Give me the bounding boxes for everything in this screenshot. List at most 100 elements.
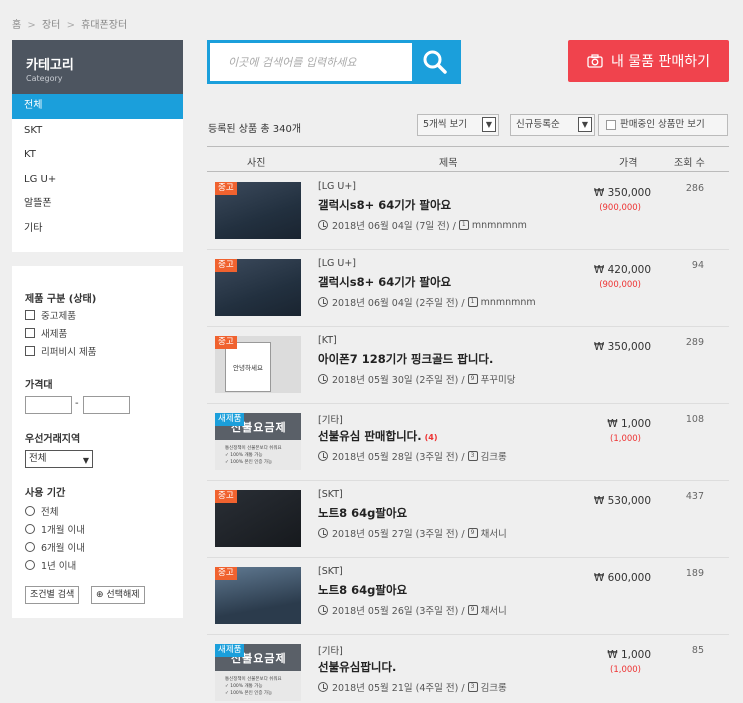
title-text: 갤럭시s8+ 64기가 팔아요 [318, 275, 452, 289]
listing-date: 2018년 05월 28일 (3주일 전) / [332, 452, 465, 463]
sim-details: 통신정책이 선불폰보다 쉬워요 ✓ 100% 개통 가능 ✓ 100% 본인 인증 … [225, 676, 282, 697]
radio[interactable] [25, 542, 35, 552]
price-dash: - [75, 398, 79, 409]
clock-icon [318, 528, 328, 538]
breadcrumb-sep: > [66, 20, 75, 31]
category-item-etc[interactable]: 기타 [12, 217, 183, 242]
used-badge: 중고 [215, 182, 237, 195]
seller-name[interactable]: 채서니 [481, 603, 507, 617]
listing-date: 2018년 05월 26일 (3주일 전) / [332, 606, 465, 617]
listing-meta: 2018년 05월 30일 (2주일 전) /9 푸꾸미당 [318, 372, 516, 386]
table-row[interactable]: 중고 [SKT] 노트8 64g팔아요 2018년 05월 27일 (3주일 전… [207, 481, 729, 558]
price-max-input[interactable] [83, 396, 130, 414]
radio[interactable] [25, 560, 35, 570]
period-6m[interactable]: 6개월 이내 [25, 540, 85, 554]
breadcrumb: 홈 > 장터 > 휴대폰장터 [12, 16, 127, 31]
product-thumbnail[interactable]: 선불요금제 통신정책이 선불폰보다 쉬워요 ✓ 100% 개통 가능 ✓ 100% … [215, 644, 301, 701]
breadcrumb-home[interactable]: 홈 [12, 20, 21, 31]
level-icon: 9 [467, 528, 478, 538]
category-item-kt[interactable]: KT [12, 143, 183, 168]
search-icon [423, 50, 447, 74]
listing-category: [기타] [318, 415, 343, 426]
region-select[interactable]: 전체 ▼ [25, 450, 93, 468]
condition-refurb[interactable]: 리퍼비시 제품 [25, 344, 96, 358]
checkbox[interactable] [25, 310, 35, 320]
radio[interactable] [25, 524, 35, 534]
checkbox[interactable] [606, 120, 616, 130]
level-icon: 9 [467, 374, 478, 384]
chevron-down-icon: ▼ [482, 117, 496, 132]
table-row[interactable]: 중고 [LG U+] 갤럭시s8+ 64기가 팔아요 2018년 06월 04일… [207, 250, 729, 327]
category-item-skt[interactable]: SKT [12, 119, 183, 144]
clock-icon [318, 374, 328, 384]
listing-title[interactable]: 노트8 64g팔아요 [318, 582, 407, 598]
seller-name[interactable]: mnmnmnm [481, 297, 536, 308]
product-thumbnail[interactable]: 선불요금제 통신정책이 선불폰보다 쉬워요 ✓ 100% 개통 가능 ✓ 100% … [215, 413, 301, 470]
sort-select[interactable]: 신규등록순 ▼ [510, 114, 595, 136]
seller-name[interactable]: 푸꾸미당 [481, 372, 516, 386]
category-item-all[interactable]: 전체 [12, 94, 183, 119]
condition-used[interactable]: 중고제품 [25, 308, 76, 322]
seller-name[interactable]: 김크롱 [481, 680, 507, 694]
checkbox[interactable] [25, 346, 35, 356]
period-all[interactable]: 전체 [25, 504, 58, 518]
listing-price: ₩ 420,000 [593, 264, 651, 276]
sell-item-button[interactable]: 내 물품 판매하기 [568, 40, 729, 82]
seller-name[interactable]: mnmnmnm [472, 220, 527, 231]
title-text: 아이폰7 128기가 핑크골드 팝니다. [318, 352, 494, 366]
comment-count: (4) [424, 433, 438, 442]
period-label: 6개월 이내 [41, 543, 86, 554]
category-list: 전체 SKT KT LG U+ 알뜰폰 기타 [12, 94, 183, 241]
listing-title[interactable]: 선불유심 판매합니다. (4) [318, 428, 437, 444]
listing-title[interactable]: 갤럭시s8+ 64기가 팔아요 [318, 197, 451, 213]
search-input[interactable] [210, 43, 415, 81]
product-count: 등록된 상품 총 340개 [208, 124, 302, 135]
product-thumbnail[interactable]: 중고 [215, 567, 301, 624]
title-text: 노트8 64g팔아요 [318, 506, 408, 520]
breadcrumb-market[interactable]: 장터 [42, 20, 60, 31]
table-row[interactable]: 중고 [LG U+] 갤럭시s8+ 64기가 팔아요 2018년 06월 04일… [207, 173, 729, 250]
product-thumbnail[interactable]: 중고 [215, 490, 301, 547]
category-item-mvno[interactable]: 알뜰폰 [12, 192, 183, 217]
listing-title[interactable]: 아이폰7 128기가 핑크골드 팝니다. [318, 351, 493, 367]
used-badge: 중고 [215, 567, 237, 580]
table-row[interactable]: 중고 [SKT] 노트8 64g팔아요 2018년 05월 26일 (3주일 전… [207, 558, 729, 635]
table-row[interactable]: 안녕하세요 중고 [KT] 아이폰7 128기가 핑크골드 팝니다. 2018년… [207, 327, 729, 404]
new-badge: 새제품 [215, 413, 245, 426]
table-row[interactable]: 선불요금제 통신정책이 선불폰보다 쉬워요 ✓ 100% 개통 가능 ✓ 100% … [207, 404, 729, 481]
seller-name[interactable]: 채서니 [481, 526, 507, 540]
view-count: 108 [685, 414, 704, 425]
original-price: (1,000) [610, 434, 641, 444]
price-title: 가격대 [25, 380, 53, 391]
product-thumbnail[interactable]: 중고 [215, 259, 301, 316]
checkbox[interactable] [25, 328, 35, 338]
clock-icon [318, 451, 328, 461]
clock-icon [318, 220, 328, 230]
listing-title[interactable]: 노트8 64g팔아요 [318, 505, 407, 521]
seller-name[interactable]: 김크롱 [481, 449, 507, 463]
condition-new[interactable]: 새제품 [25, 326, 67, 340]
listing-title[interactable]: 선불유심팝니다. [318, 659, 396, 675]
product-thumbnail[interactable]: 중고 [215, 182, 301, 239]
search-button[interactable] [412, 43, 458, 81]
view-count: 286 [685, 183, 704, 194]
period-1m[interactable]: 1개월 이내 [25, 522, 85, 536]
price-min-input[interactable] [25, 396, 72, 414]
per-page-value: 5개씩 보기 [423, 119, 468, 130]
filter-search-button[interactable]: 조건별 검색 [25, 586, 80, 604]
listing-date: 2018년 05월 27일 (3주일 전) / [332, 529, 465, 540]
condition-label: 리퍼비시 제품 [41, 347, 97, 358]
category-item-lgu[interactable]: LG U+ [12, 168, 183, 193]
listing-title[interactable]: 갤럭시s8+ 64기가 팔아요 [318, 274, 451, 290]
period-label: 전체 [41, 507, 59, 518]
filter-reset-button[interactable]: ⊕ 선택해제 [91, 586, 145, 604]
product-thumbnail[interactable]: 안녕하세요 중고 [215, 336, 301, 393]
listing-price: ₩ 1,000 [607, 418, 651, 430]
per-page-select[interactable]: 5개씩 보기 ▼ [417, 114, 499, 136]
period-1y[interactable]: 1년 이내 [25, 558, 76, 572]
only-on-sale-toggle[interactable]: 판매중인 상품만 보기 [598, 114, 728, 136]
table-row[interactable]: 선불요금제 통신정책이 선불폰보다 쉬워요 ✓ 100% 개통 가능 ✓ 100% … [207, 635, 729, 703]
clock-icon [318, 297, 328, 307]
radio[interactable] [25, 506, 35, 516]
listing-meta: 2018년 06월 04일 (2주일 전) /1 mnmnmnm [318, 295, 536, 309]
